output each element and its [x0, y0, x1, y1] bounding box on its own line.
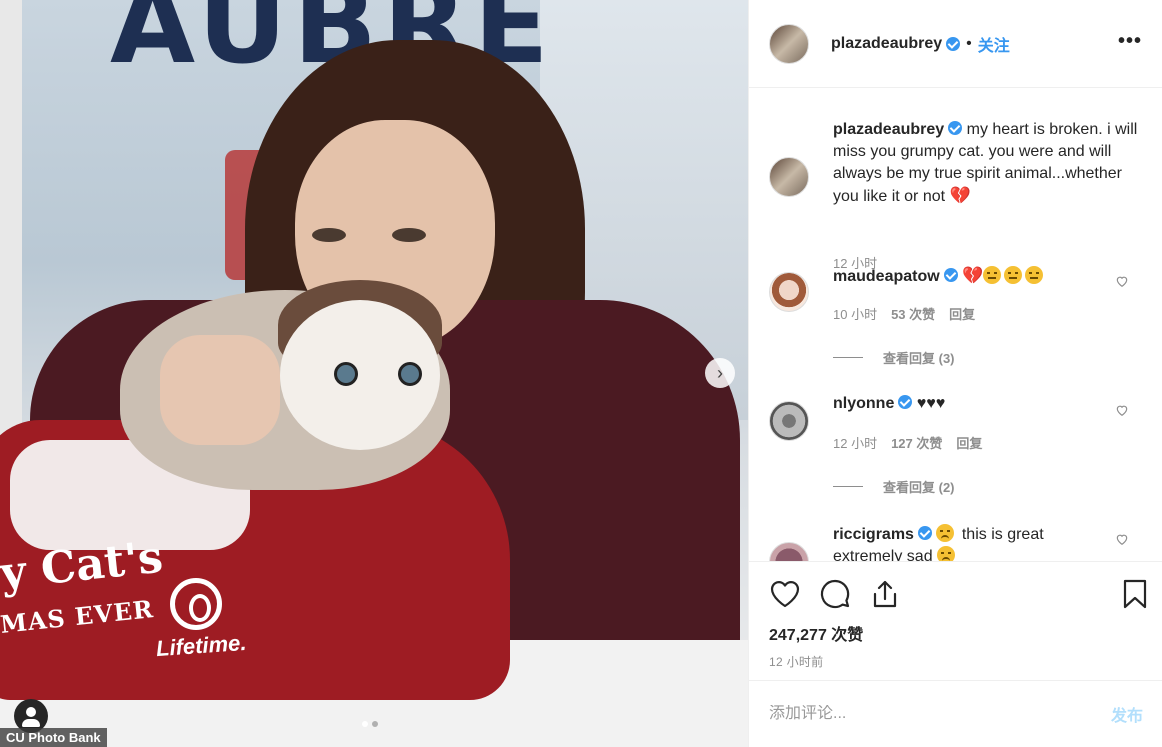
- comment-username[interactable]: nlyonne: [833, 395, 894, 412]
- comment-text: ♥♥♥: [916, 395, 946, 412]
- carousel-dot: [372, 721, 378, 727]
- frowning-emoji: [936, 524, 955, 542]
- woman-eye: [392, 228, 426, 242]
- woman-hand: [160, 335, 280, 445]
- comment-time[interactable]: 12 小时: [833, 433, 877, 452]
- verified-badge-icon: [943, 268, 958, 282]
- avatar[interactable]: [769, 157, 809, 197]
- like-count[interactable]: 247,277 次赞: [769, 621, 863, 645]
- chevron-right-icon[interactable]: ›: [705, 358, 735, 388]
- carousel-dot: [362, 721, 368, 727]
- comment-input[interactable]: [769, 705, 1111, 723]
- frowning-emoji: [937, 546, 956, 561]
- carousel-indicator: [362, 721, 378, 727]
- comment-likes[interactable]: 53 次赞: [891, 304, 935, 323]
- heart-outline-icon[interactable]: [1115, 532, 1129, 546]
- avatar[interactable]: [769, 272, 809, 312]
- broken-heart-emoji: 💔: [949, 186, 971, 205]
- post-actions: 247,277 次赞 12 小时前: [749, 561, 1162, 680]
- share-icon[interactable]: [869, 578, 901, 610]
- woman-eye: [312, 228, 346, 242]
- heart-outline-icon[interactable]: [1115, 274, 1129, 288]
- comment-text-line2: extremely sad: [833, 548, 933, 561]
- post-timestamp[interactable]: 12 小时前: [769, 653, 823, 670]
- comment-likes[interactable]: 127 次赞: [891, 433, 942, 452]
- cat-eye: [398, 362, 422, 386]
- reply-button[interactable]: 回复: [956, 433, 982, 452]
- post-comment-button[interactable]: 发布: [1111, 702, 1143, 726]
- reply-button[interactable]: 回复: [949, 304, 975, 323]
- comment-username[interactable]: maudeapatow: [833, 268, 940, 285]
- pensive-emoji: [1025, 266, 1044, 284]
- pensive-emoji: [983, 266, 1002, 284]
- comment-username[interactable]: riccigrams: [833, 526, 914, 543]
- post-sidebar: plazadeaubrey • 关注 ••• plazadeaubrey my …: [748, 0, 1162, 747]
- avatar[interactable]: [769, 542, 809, 561]
- post-header: plazadeaubrey • 关注 •••: [749, 0, 1162, 88]
- caption-username[interactable]: plazadeaubrey: [833, 121, 944, 138]
- avatar[interactable]: [769, 23, 809, 64]
- verified-badge-icon: [898, 395, 913, 409]
- header-username[interactable]: plazadeaubrey: [831, 35, 942, 53]
- more-options-icon[interactable]: •••: [1118, 30, 1142, 53]
- verified-badge-icon: [946, 36, 961, 51]
- comment-text: this is great: [961, 526, 1044, 543]
- verified-badge-icon: [948, 121, 963, 135]
- avatar[interactable]: [769, 401, 809, 441]
- comments-list[interactable]: plazadeaubrey my heart is broken. i will…: [749, 89, 1162, 561]
- heart-icon[interactable]: [769, 578, 801, 610]
- comment-time[interactable]: 10 小时: [833, 304, 877, 323]
- photo-credit: CU Photo Bank: [0, 728, 107, 747]
- add-comment-bar: 发布: [749, 680, 1162, 747]
- view-replies-button[interactable]: 查看回复 (3): [833, 348, 955, 367]
- cat-eye: [334, 362, 358, 386]
- pensive-emoji: [1004, 266, 1023, 284]
- bookmark-icon[interactable]: [1119, 578, 1151, 610]
- broken-heart-emoji: 💔: [962, 266, 984, 285]
- post-photo[interactable]: AUBRE y Cat's MAS EVER Lifetime. › CU Ph…: [0, 0, 748, 747]
- header-separator: •: [966, 34, 972, 52]
- comment-icon[interactable]: [819, 578, 851, 610]
- view-replies-button[interactable]: 查看回复 (2): [833, 477, 955, 496]
- heart-outline-icon[interactable]: [1115, 403, 1129, 417]
- verified-badge-icon: [917, 526, 932, 540]
- follow-button[interactable]: 关注: [978, 32, 1010, 56]
- lifetime-logo-icon: [170, 578, 222, 630]
